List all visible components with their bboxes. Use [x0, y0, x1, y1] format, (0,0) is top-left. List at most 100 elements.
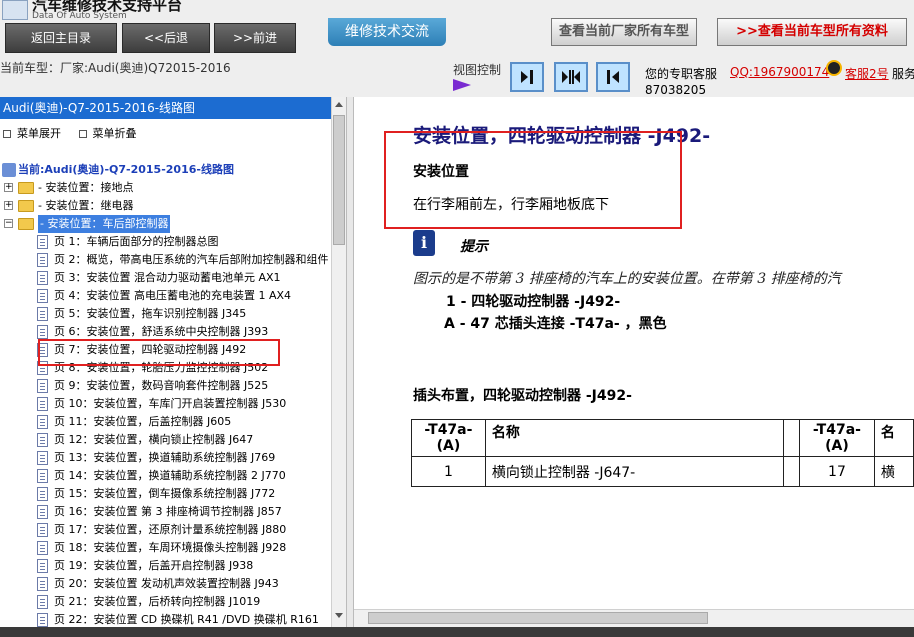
table-header-cell [783, 419, 801, 457]
expand-node-icon[interactable]: + [4, 183, 13, 192]
qq-penguin-icon[interactable] [826, 60, 842, 76]
home-button[interactable]: 返回主目录 [5, 23, 117, 53]
document-scroll-thumb[interactable] [368, 612, 708, 624]
qq-link[interactable]: QQ:1967900174 [730, 65, 829, 79]
tree-page-label: 页 1：车辆后面部分的控制器总图 [54, 235, 219, 248]
tree-page-label: 页 9：安装位置，数码音响套件控制器 J525 [54, 379, 269, 392]
tree-scroll-thumb[interactable] [333, 115, 345, 245]
phone-label: 87038205 [645, 83, 707, 97]
root-book-icon [2, 163, 16, 177]
page-icon [37, 415, 48, 429]
page-icon [37, 397, 48, 411]
back-button[interactable]: <<后退 [122, 23, 210, 53]
collapse-all-button[interactable]: 菜单折叠 [78, 125, 137, 141]
tree-page-label: 页 17：安装位置，还原剂计量系统控制器 J880 [54, 523, 287, 536]
expand-node-icon[interactable]: + [4, 201, 13, 210]
page-icon [37, 253, 48, 267]
table-title: 插头布置，四轮驱动控制器 -J492- [413, 388, 632, 404]
tree-page-label: 页 10：安装位置，车库门开启装置控制器 J530 [54, 397, 287, 410]
selection-highlight-box [38, 339, 280, 366]
tree-page-label: 页 16：安装位置 第 3 排座椅调节控制器 J857 [54, 505, 282, 518]
tree-page-label: 页 3：安装位置 混合动力驱动蓄电池单元 AX1 [54, 271, 281, 284]
page-icon [37, 523, 48, 537]
table-header-cell: 名 [873, 419, 914, 457]
document-horizontal-scrollbar[interactable] [354, 609, 914, 627]
tree-page-label: 页 5：安装位置，拖车识别控制器 J345 [54, 307, 247, 320]
panel-right-icon [521, 70, 533, 84]
tree-page-label: 页 14：安装位置，换道辅助系统控制器 2 J770 [54, 469, 286, 482]
page-icon [37, 559, 48, 573]
table-header-row: -T47a- (A) 名称 -T47a- (A) 名 [411, 419, 914, 457]
tree-folder-label: - 安装位置：继电器 [38, 199, 134, 212]
tree-page-label: 页 18：安装位置，车周环境摄像头控制器 J928 [54, 541, 287, 554]
app-logo-icon [2, 0, 28, 20]
view-control-label: 视图控制 [453, 63, 502, 77]
hint-text: 图示的是不带第 3 排座椅的汽车上的安装位置。在带第 3 排座椅的汽 [413, 271, 841, 287]
folder-icon [18, 200, 34, 212]
page-icon [37, 379, 48, 393]
tree-folder-label: - 安装位置：车后部控制器 [38, 215, 171, 233]
scroll-up-icon[interactable] [335, 102, 343, 107]
split-view-icon [562, 70, 580, 84]
tree-page-label: 页 15：安装位置，倒车摄像系统控制器 J772 [54, 487, 276, 500]
tree-folder-label: - 安装位置：接地点 [38, 181, 134, 194]
view-expand-right-button[interactable] [510, 62, 544, 92]
table-header-cell: -T47a- (A) [799, 419, 875, 457]
collapse-all-label: 菜单折叠 [92, 127, 137, 140]
page-icon [37, 613, 48, 627]
panel-left-icon [607, 70, 619, 84]
tree-root-label: 当前:Audi(奥迪)-Q7-2015-2016-线路图 [18, 163, 234, 176]
all-data-button[interactable]: >>查看当前车型所有资料 [717, 18, 907, 46]
tree-page-label: 页 13：安装位置，换道辅助系统控制器 J769 [54, 451, 276, 464]
service-label: 服务 [892, 67, 914, 81]
kefu-link[interactable]: 客服2号 [845, 65, 889, 82]
collapse-node-icon[interactable]: − [4, 219, 13, 228]
tree-page-label: 页 12：安装位置，横向锁止控制器 J647 [54, 433, 254, 446]
table-cell: 横 [873, 456, 914, 487]
taskbar [0, 627, 914, 637]
section-text: 在行李厢前左，行李厢地板底下 [413, 197, 609, 213]
collapse-icon [78, 130, 87, 138]
folder-icon [18, 182, 34, 194]
forum-button[interactable]: 维修技术交流 [328, 18, 446, 46]
page-icon [37, 451, 48, 465]
tree-actions: 菜单展开 菜单折叠 [3, 125, 151, 141]
page-icon [37, 469, 48, 483]
expand-all-button[interactable]: 菜单展开 [3, 125, 61, 141]
page-icon [37, 271, 48, 285]
tree-panel: Audi(奥迪)-Q7-2015-2016-线路图 菜单展开 菜单折叠 当前:A… [0, 97, 346, 627]
table-cell: 横向锁止控制器 -J647- [484, 456, 785, 487]
table-header-cell: -T47a- (A) [411, 419, 486, 457]
page-icon [37, 235, 48, 249]
page-icon [37, 505, 48, 519]
forward-button[interactable]: >>前进 [214, 23, 296, 53]
expand-icon [3, 130, 11, 138]
factory-models-button[interactable]: 查看当前厂家所有车型 [551, 18, 697, 46]
page-icon [37, 487, 48, 501]
play-icon [453, 79, 471, 91]
table-cell: 1 [411, 456, 486, 487]
app-subtitle: Data Of Auto System [32, 11, 127, 21]
tree-vertical-scrollbar[interactable] [331, 97, 346, 627]
view-expand-left-button[interactable] [596, 62, 630, 92]
info-icon: i [413, 230, 435, 256]
tree-page-label: 页 21：安装位置，后桥转向控制器 J1019 [54, 595, 261, 608]
document-pane: 安装位置，四轮驱动控制器 -J492- 安装位置 在行李厢前左，行李厢地板底下 … [354, 97, 914, 609]
table-header-cell: 名称 [484, 419, 785, 457]
legend-item: 1 - 四轮驱动控制器 -J492- [446, 294, 621, 310]
tree-page-label: 页 22：安装位置 CD 换碟机 R41 /DVD 换碟机 R161 [54, 613, 319, 626]
view-split-button[interactable] [554, 62, 588, 92]
scroll-down-icon[interactable] [335, 613, 343, 618]
tree-header: Audi(奥迪)-Q7-2015-2016-线路图 [0, 97, 331, 119]
page-icon [37, 541, 48, 555]
info-bar: 当前车型：厂家:Audi(奥迪)Q72015-2016 视图控制 您的专职客服 … [0, 57, 914, 97]
folder-icon [18, 218, 34, 230]
section-title: 安装位置 [413, 164, 469, 180]
tree-page-label: 页 11：安装位置，后盖控制器 J605 [54, 415, 232, 428]
table-cell [783, 456, 801, 487]
page-icon [37, 577, 48, 591]
panel-splitter[interactable] [346, 97, 354, 627]
legend-item: A - 47 芯插头连接 -T47a- ，黑色 [444, 316, 667, 332]
tree-page-label: 页 4：安装位置 高电压蓄电池的充电装置 1 AX4 [54, 289, 292, 302]
support-label: 您的专职客服 [645, 67, 718, 81]
